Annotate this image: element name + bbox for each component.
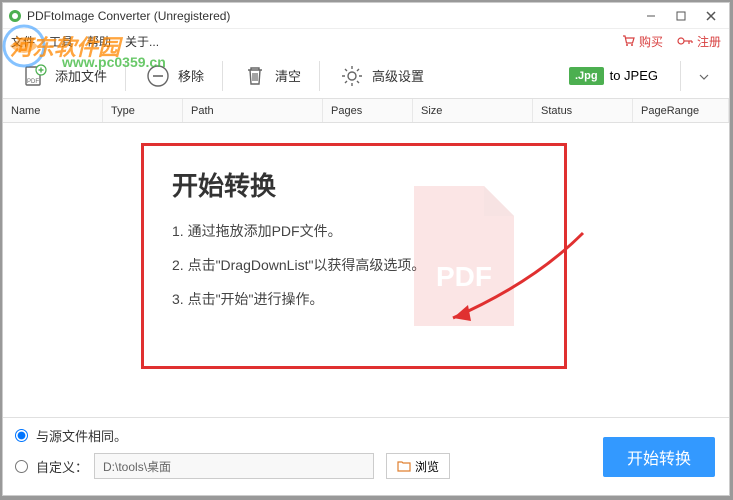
menu-file[interactable]: 文件 <box>11 33 35 50</box>
menu-about[interactable]: 关于... <box>125 33 159 50</box>
add-file-button[interactable]: PDF 添加文件 <box>13 58 115 94</box>
menubar: 文件 工具 帮助 关于... 购买 注册 <box>3 29 729 53</box>
same-as-source-label: 与源文件相同。 <box>36 426 127 445</box>
menu-tools[interactable]: 工具 <box>49 33 73 50</box>
titlebar: PDFtoImage Converter (Unregistered) <box>3 3 729 29</box>
format-dropdown-arrow[interactable] <box>689 61 719 91</box>
pdf-add-icon: PDF <box>21 62 49 90</box>
minimize-button[interactable] <box>637 6 665 26</box>
same-as-source-radio[interactable] <box>15 429 28 442</box>
output-path-input[interactable] <box>94 453 374 479</box>
register-button[interactable]: 注册 <box>677 33 721 50</box>
close-button[interactable] <box>697 6 725 26</box>
menu-help[interactable]: 帮助 <box>87 33 111 50</box>
output-format-button[interactable]: .Jpg to JPEG <box>561 63 666 89</box>
custom-path-label: 自定义： <box>36 457 88 476</box>
trash-icon <box>241 62 269 90</box>
advanced-settings-button[interactable]: 高级设置 <box>330 58 432 94</box>
th-pages[interactable]: Pages <box>323 99 413 122</box>
pdf-watermark-icon: PDF <box>394 176 534 341</box>
instruction-box: PDF 开始转换 1. 通过拖放添加PDF文件。 2. 点击"DragDownL… <box>141 143 567 369</box>
format-badge: .Jpg <box>569 67 604 85</box>
browse-button[interactable]: 浏览 <box>386 453 450 479</box>
chevron-down-icon <box>699 74 709 80</box>
remove-icon <box>144 62 172 90</box>
output-panel: 与源文件相同。 自定义： 浏览 开始转换 <box>3 417 729 495</box>
maximize-button[interactable] <box>667 6 695 26</box>
start-convert-button[interactable]: 开始转换 <box>603 437 715 477</box>
file-list-area[interactable]: PDF 开始转换 1. 通过拖放添加PDF文件。 2. 点击"DragDownL… <box>3 123 729 417</box>
toolbar: PDF 添加文件 移除 清空 高级设置 .Jpg to <box>3 53 729 99</box>
gear-icon <box>338 62 366 90</box>
th-name[interactable]: Name <box>3 99 103 122</box>
app-window: PDFtoImage Converter (Unregistered) 文件 工… <box>2 2 730 496</box>
buy-button[interactable]: 购买 <box>621 33 663 50</box>
custom-path-radio[interactable] <box>15 460 28 473</box>
th-size[interactable]: Size <box>413 99 533 122</box>
th-status[interactable]: Status <box>533 99 633 122</box>
clear-button[interactable]: 清空 <box>233 58 309 94</box>
window-title: PDFtoImage Converter (Unregistered) <box>27 9 637 23</box>
th-pagerange[interactable]: PageRange <box>633 99 729 122</box>
table-header: Name Type Path Pages Size Status PageRan… <box>3 99 729 123</box>
app-icon <box>7 8 23 24</box>
folder-icon <box>397 460 411 472</box>
th-type[interactable]: Type <box>103 99 183 122</box>
key-icon <box>677 34 693 48</box>
cart-icon <box>621 34 635 48</box>
th-path[interactable]: Path <box>183 99 323 122</box>
svg-text:PDF: PDF <box>27 79 39 85</box>
remove-button[interactable]: 移除 <box>136 58 212 94</box>
svg-text:PDF: PDF <box>436 261 492 292</box>
